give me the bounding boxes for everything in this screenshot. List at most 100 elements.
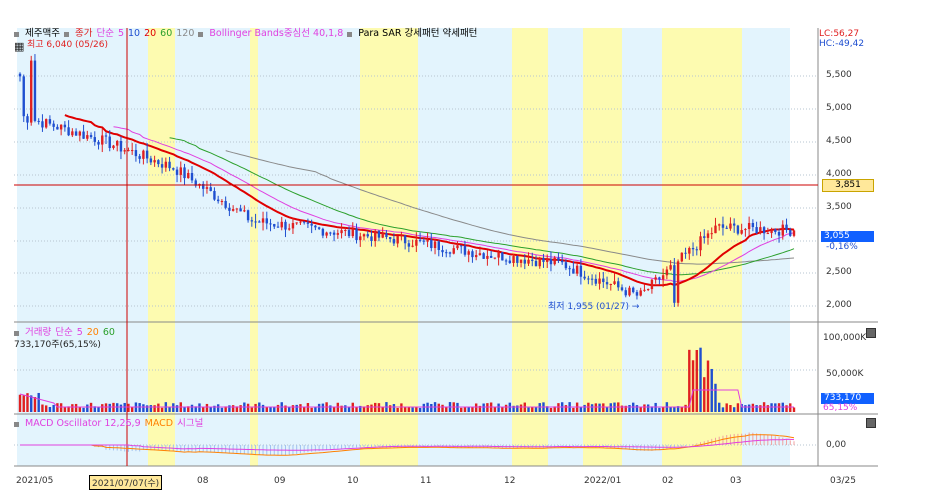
candle-body <box>385 233 388 238</box>
candle-body <box>617 281 620 288</box>
candle-body <box>329 232 332 234</box>
candle-body <box>374 230 377 242</box>
ma-period-10[interactable]: 10 <box>128 28 140 40</box>
candle-body <box>744 229 747 231</box>
candle-body <box>673 265 676 303</box>
candle-body <box>116 140 119 146</box>
candle-body <box>254 221 257 223</box>
volume-bar <box>153 405 156 412</box>
volume-bar <box>497 403 500 412</box>
volume-bar <box>18 394 22 412</box>
x-label-12: 12 <box>504 476 516 486</box>
candle-body <box>721 224 725 228</box>
volume-bar <box>52 404 55 412</box>
volume-bar <box>643 404 646 412</box>
volume-bar <box>460 407 463 412</box>
volume-bar <box>116 403 119 412</box>
macd-signal-label[interactable]: 시그널 <box>177 418 203 430</box>
volume-bar <box>321 403 325 412</box>
candle-body <box>381 233 384 238</box>
volume-panel-close-icon[interactable] <box>866 328 876 338</box>
candle-body <box>430 239 433 249</box>
volume-bar <box>777 403 781 412</box>
candle-body <box>493 257 497 259</box>
candle-body <box>366 234 369 237</box>
season-band <box>250 28 258 466</box>
volume-bar <box>751 403 755 412</box>
volume-title[interactable]: 거래량 <box>25 327 51 339</box>
volume-ma-5[interactable]: 5 <box>77 327 83 339</box>
candle-body <box>579 265 583 277</box>
candle-body <box>239 208 242 212</box>
candle-body <box>688 247 691 254</box>
candle-body <box>714 225 717 234</box>
candle-body <box>33 60 37 121</box>
candle-body <box>160 164 164 168</box>
ma-period-5[interactable]: 5 <box>118 28 124 40</box>
volume-ma-60[interactable]: 60 <box>103 327 115 339</box>
ma-period-60[interactable]: 60 <box>160 28 172 40</box>
candle-body <box>575 265 579 274</box>
y-tick-2500: 2,500 <box>826 267 852 277</box>
candle-body <box>448 252 452 254</box>
volume-bar <box>250 407 254 412</box>
x-label-11: 11 <box>420 476 432 486</box>
price-legend: 제주맥주 종가 단순 5 10 20 60 120 Bollinger Band… <box>14 28 477 40</box>
candle-body <box>216 199 220 202</box>
candle-body <box>755 227 758 234</box>
y-tick-5000: 5,000 <box>826 103 852 113</box>
candle-body <box>276 226 280 228</box>
candle-body <box>74 131 78 136</box>
macd-panel-close-icon[interactable] <box>866 418 876 428</box>
volume-bar <box>310 407 313 412</box>
candle-body <box>145 150 149 159</box>
candle-body <box>302 221 306 223</box>
candle-body <box>41 121 44 128</box>
volume-bar <box>590 404 594 412</box>
volume-bar <box>635 405 639 412</box>
x-label-02: 02 <box>662 476 674 486</box>
ma-period-20[interactable]: 20 <box>144 28 156 40</box>
volume-bar <box>598 403 601 412</box>
candle-body <box>347 230 351 237</box>
volume-ma-label[interactable]: 단순 <box>55 327 72 339</box>
bollinger-legend[interactable]: Bollinger Bands중심선 40,1,8 <box>209 28 343 40</box>
candle-body <box>736 225 740 234</box>
volume-bar <box>22 395 25 412</box>
volume-bar <box>691 360 695 412</box>
x-label-03: 03 <box>730 476 742 486</box>
ma-label[interactable]: 단순 <box>96 28 113 40</box>
ma-period-120[interactable]: 120 <box>176 28 194 40</box>
volume-bar <box>437 403 440 412</box>
candle-body <box>699 236 702 251</box>
candle-body <box>18 73 22 77</box>
candle-body <box>519 259 523 263</box>
candle-body <box>531 259 534 261</box>
candle-body <box>639 290 642 296</box>
candle-body <box>265 218 268 224</box>
macd-osc-title[interactable]: MACD Oscillator 12,26,9 <box>25 418 141 430</box>
volume-bar <box>291 405 295 412</box>
candle-body <box>508 260 512 263</box>
macd-legend: MACD Oscillator 12,26,9 MACD 시그널 <box>14 418 203 430</box>
candle-body <box>112 145 115 149</box>
candle-body <box>467 251 470 255</box>
price-label[interactable]: 종가 <box>75 28 92 40</box>
candle-body <box>658 277 661 280</box>
x-axis-right-label: 03/25 <box>830 476 856 486</box>
candle-body <box>101 135 104 145</box>
candle-body <box>646 289 650 291</box>
volume-bar <box>216 404 220 412</box>
calendar-icon[interactable]: ▦ <box>14 41 24 52</box>
symbol-name[interactable]: 제주맥주 <box>25 28 60 40</box>
candle-body <box>542 257 545 262</box>
candle-body <box>123 150 126 152</box>
volume-ma-20[interactable]: 20 <box>87 327 99 339</box>
candle-body <box>497 252 500 258</box>
candle-body <box>86 135 89 139</box>
parasar-legend[interactable]: Para SAR 강세패턴 약세패턴 <box>358 28 477 40</box>
macd-line-label[interactable]: MACD <box>145 418 173 430</box>
x-label-10: 10 <box>347 476 359 486</box>
volume-value-note: 733,170주(65,15%) <box>14 340 101 350</box>
candle-body <box>134 150 138 157</box>
